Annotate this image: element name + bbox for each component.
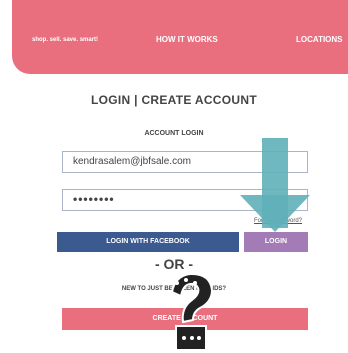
login-with-facebook-button[interactable]: LOGIN WITH FACEBOOK <box>57 232 239 252</box>
nav-link-how-it-works[interactable]: HOW IT WORKS <box>156 35 218 44</box>
top-nav-bar: shop. sell. save. smart! HOW IT WORKS LO… <box>12 0 348 74</box>
page-title: LOGIN | CREATE ACCOUNT <box>91 93 257 107</box>
account-login-label: ACCOUNT LOGIN <box>144 130 204 137</box>
email-field[interactable]: kendrasalem@jbfsale.com <box>62 151 308 173</box>
forgot-password-link[interactable]: Forgot password? <box>254 218 302 224</box>
password-field[interactable]: •••••••• <box>62 189 308 211</box>
create-account-button[interactable]: CREATE ACCOUNT <box>62 308 308 330</box>
nav-link-locations[interactable]: LOCATIONS <box>296 35 343 44</box>
login-button[interactable]: LOGIN <box>244 232 308 252</box>
tagline: shop. sell. save. smart! <box>32 37 99 43</box>
or-divider: - OR - <box>154 256 194 272</box>
new-user-prompt: NEW TO JUST BETWEEN FRIENDS? <box>121 286 227 292</box>
